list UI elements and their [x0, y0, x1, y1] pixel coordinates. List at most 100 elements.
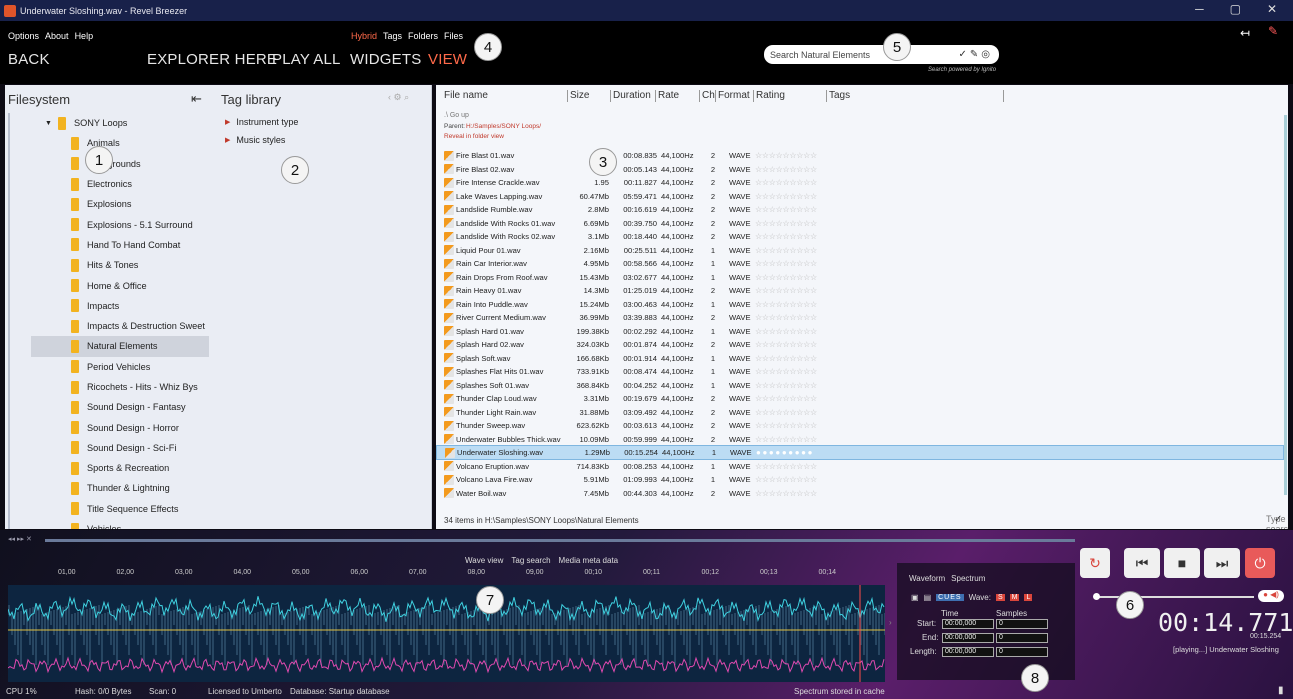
tree-item[interactable]: Electronics	[31, 174, 209, 194]
rating-stars[interactable]: ☆☆☆☆☆☆☆☆☆	[755, 165, 825, 174]
tree-item[interactable]: Natural Elements	[31, 336, 209, 357]
tree-item[interactable]: Hand To Hand Combat	[31, 235, 209, 255]
tree-item[interactable]: Animals	[31, 133, 209, 153]
tab-tags[interactable]: Tags	[383, 31, 402, 41]
parent-path-link[interactable]: H:/Samples/SONY Loops/	[466, 123, 541, 130]
rating-stars[interactable]: ● ● ● ● ● ● ● ● ●	[756, 448, 826, 457]
tag-item-music-styles[interactable]: ▶ Music styles	[225, 131, 298, 149]
maximize-icon[interactable]: ▢	[1230, 2, 1241, 16]
column-divider[interactable]	[1003, 90, 1004, 102]
file-scrollbar[interactable]	[1284, 115, 1287, 495]
loop-button[interactable]: ↻	[1080, 548, 1110, 578]
rating-stars[interactable]: ☆☆☆☆☆☆☆☆☆	[755, 178, 825, 187]
tree-item[interactable]: Period Vehicles	[31, 357, 209, 377]
column-header[interactable]: Size	[570, 90, 589, 101]
end-samples-field[interactable]: 0	[996, 633, 1048, 643]
expand-arrow-icon[interactable]: ›	[889, 618, 892, 627]
rating-stars[interactable]: ☆☆☆☆☆☆☆☆☆	[755, 259, 825, 268]
rating-stars[interactable]: ☆☆☆☆☆☆☆☆☆	[755, 340, 825, 349]
tree-item[interactable]: Explosions	[31, 194, 209, 214]
column-header[interactable]: Duration	[613, 90, 651, 101]
comment-icon[interactable]: ▣	[911, 593, 919, 602]
tag-item-instrument-type[interactable]: ▶ Instrument type	[225, 113, 298, 131]
tree-item[interactable]: Sound Design - Sci-Fi	[31, 438, 209, 458]
rating-stars[interactable]: ☆☆☆☆☆☆☆☆☆	[755, 367, 825, 376]
rating-stars[interactable]: ☆☆☆☆☆☆☆☆☆	[755, 205, 825, 214]
tree-item[interactable]: Sound Design - Horror	[31, 417, 209, 437]
start-samples-field[interactable]: 0	[996, 619, 1048, 629]
resize-icon[interactable]: ↤	[1240, 26, 1250, 40]
calendar-icon[interactable]: ▤	[924, 593, 932, 602]
tree-item[interactable]: Thunder & Lightning	[31, 478, 209, 498]
column-divider[interactable]	[610, 90, 611, 102]
collapse-panel-icon[interactable]: ⇤	[191, 91, 202, 107]
rating-stars[interactable]: ☆☆☆☆☆☆☆☆☆	[755, 273, 825, 282]
play-all-button[interactable]: PLAY ALL	[272, 51, 341, 68]
menu-about[interactable]: About	[45, 31, 69, 41]
cues-button[interactable]: CUES	[936, 594, 964, 601]
start-time-field[interactable]: 00:00,000	[942, 619, 994, 629]
rating-stars[interactable]: ☆☆☆☆☆☆☆☆☆	[755, 313, 825, 322]
minimize-icon[interactable]: ─	[1195, 2, 1204, 16]
tab-tag-search[interactable]: Tag search	[511, 556, 550, 565]
search-tools-icon[interactable]: ✓✎◎	[959, 49, 993, 60]
length-time-field[interactable]: 00:00,000	[942, 647, 994, 657]
tree-item[interactable]: Sports & Recreation	[31, 458, 209, 478]
tree-item[interactable]: Impacts	[31, 296, 209, 316]
column-header[interactable]: Rating	[756, 90, 785, 101]
close-icon[interactable]: ✕	[1267, 2, 1277, 16]
tree-item[interactable]: Impacts & Destruction Sweet	[31, 316, 209, 336]
next-button[interactable]: ⏭	[1204, 548, 1240, 578]
search-input[interactable]: Search Natural Elements	[770, 50, 959, 60]
volume-icon[interactable]: ● ◀)	[1258, 590, 1284, 602]
check-icon[interactable]: ✓	[1274, 514, 1282, 525]
explorer-here-button[interactable]: EXPLORER HERE	[147, 51, 277, 68]
rating-stars[interactable]: ☆☆☆☆☆☆☆☆☆	[755, 151, 825, 160]
tree-item[interactable]: Backgrounds	[31, 154, 209, 174]
rating-stars[interactable]: ☆☆☆☆☆☆☆☆☆	[755, 408, 825, 417]
pin-icon[interactable]: ✎	[1268, 24, 1278, 38]
column-divider[interactable]	[655, 90, 656, 102]
menu-options[interactable]: Options	[8, 31, 39, 41]
rating-stars[interactable]: ☆☆☆☆☆☆☆☆☆	[755, 219, 825, 228]
collapse-icon[interactable]: ▼	[45, 120, 52, 127]
column-header[interactable]: Ch	[702, 90, 715, 101]
seek-controls-icon[interactable]: ◂◂ ▸▸ ✕	[8, 535, 32, 543]
rating-stars[interactable]: ☆☆☆☆☆☆☆☆☆	[755, 246, 825, 255]
column-divider[interactable]	[567, 90, 568, 102]
tab-hybrid[interactable]: Hybrid	[351, 31, 377, 41]
tab-waveform[interactable]: Waveform	[909, 574, 945, 583]
volume-handle[interactable]	[1093, 593, 1100, 600]
column-divider[interactable]	[699, 90, 700, 102]
tree-item[interactable]: Title Sequence Effects	[31, 499, 209, 519]
rating-stars[interactable]: ☆☆☆☆☆☆☆☆☆	[755, 421, 825, 430]
tree-item[interactable]: Home & Office	[31, 275, 209, 295]
tree-item[interactable]: Ricochets - Hits - Whiz Bys	[31, 377, 209, 397]
rating-stars[interactable]: ☆☆☆☆☆☆☆☆☆	[755, 300, 825, 309]
wave-m-button[interactable]: M	[1009, 594, 1020, 601]
rating-stars[interactable]: ☆☆☆☆☆☆☆☆☆	[755, 435, 825, 444]
wave-s-button[interactable]: S	[995, 594, 1005, 601]
tree-item[interactable]: Explosions - 5.1 Surround	[31, 214, 209, 234]
menu-help[interactable]: Help	[75, 31, 94, 41]
rating-stars[interactable]: ☆☆☆☆☆☆☆☆☆	[755, 394, 825, 403]
power-button[interactable]: ⏻	[1245, 548, 1275, 578]
document-icon[interactable]: ▮	[1278, 685, 1284, 696]
go-up-link[interactable]: .\ Go up	[444, 112, 469, 119]
column-header[interactable]: File name	[444, 90, 488, 101]
expand-icon[interactable]: ▶	[225, 136, 230, 144]
rating-stars[interactable]: ☆☆☆☆☆☆☆☆☆	[755, 475, 825, 484]
tab-media-meta-data[interactable]: Media meta data	[559, 556, 619, 565]
rating-stars[interactable]: ☆☆☆☆☆☆☆☆☆	[755, 286, 825, 295]
expand-icon[interactable]: ▶	[225, 118, 230, 126]
back-button[interactable]: BACK	[8, 51, 50, 68]
tree-root-sony-loops[interactable]: ▼ SONY Loops	[5, 113, 219, 133]
reveal-in-folder-link[interactable]: Reveal in folder view	[444, 133, 504, 140]
column-divider[interactable]	[715, 90, 716, 102]
column-header[interactable]: Tags	[829, 90, 850, 101]
view-button[interactable]: VIEW	[428, 51, 467, 68]
tree-item[interactable]: Hits & Tones	[31, 255, 209, 275]
end-time-field[interactable]: 00:00,000	[942, 633, 994, 643]
previous-button[interactable]: ⏮	[1124, 548, 1160, 578]
tab-wave-view[interactable]: Wave view	[465, 556, 503, 565]
